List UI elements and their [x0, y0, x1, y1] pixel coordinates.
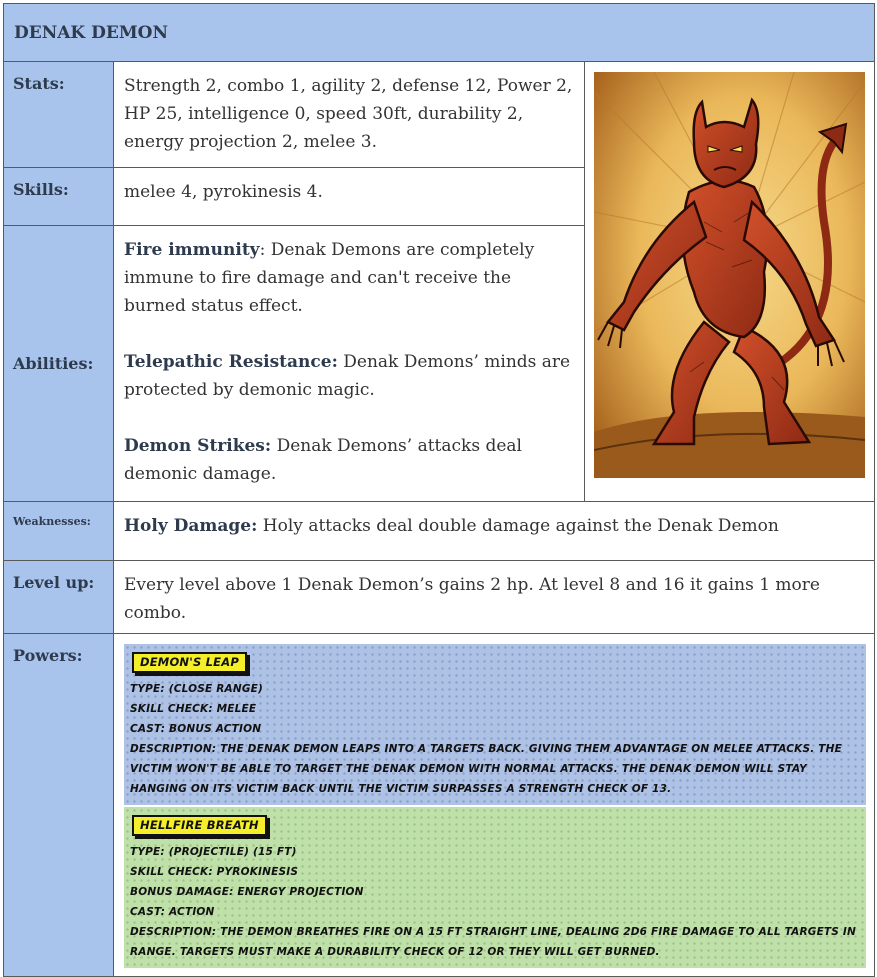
- ability-separator: :: [259, 240, 271, 260]
- power-line-key: Cast:: [130, 723, 166, 735]
- power-line: Type: (Close Range): [130, 679, 858, 699]
- stats-label: Stats:: [3, 61, 114, 168]
- abilities-label: Abilities:: [3, 225, 114, 502]
- power-name-tag: Hellfire Breath: [132, 815, 267, 836]
- power-line: Description: The Denak Demon leaps into …: [130, 739, 858, 799]
- weakness-description: Holy attacks deal double damage against …: [257, 516, 779, 536]
- ability-name: Fire immunity: [124, 240, 260, 260]
- ability-name: Telepathic Resistance:: [124, 352, 338, 372]
- level-up-text: Every level above 1 Denak Demon’s gains …: [113, 560, 875, 634]
- power-line-key: Type:: [130, 846, 165, 858]
- power-line-value: Melee: [212, 703, 257, 715]
- skills-label: Skills:: [3, 167, 114, 226]
- creature-sheet: DENAK DEMON Stats: Strength 2, combo 1, …: [3, 3, 875, 977]
- power-line: Skill Check: Pyrokinesis: [130, 862, 858, 882]
- weaknesses-text: Holy Damage: Holy attacks deal double da…: [113, 501, 875, 561]
- power-line: Cast: Action: [130, 902, 858, 922]
- skills-text: melee 4, pyrokinesis 4.: [113, 167, 585, 226]
- level-up-label: Level up:: [3, 560, 114, 634]
- power-line-key: Skill Check:: [130, 703, 213, 715]
- power-line-value: The Demon breathes fire on a 15 ft strai…: [130, 926, 857, 958]
- power-line-value: The Denak Demon leaps into a targets bac…: [130, 743, 842, 795]
- power-line-value: (Projectile) (15 ft): [164, 846, 297, 858]
- power-line-key: Skill Check:: [130, 866, 213, 878]
- power-line-value: Energy Projection: [233, 886, 364, 898]
- stats-text: Strength 2, combo 1, agility 2, defense …: [113, 61, 585, 168]
- power-line: Skill Check: Melee: [130, 699, 858, 719]
- power-name-tag: Demon's Leap: [132, 652, 247, 673]
- ability-demon-strikes: Demon Strikes: Denak Demons’ attacks dea…: [124, 432, 574, 488]
- power-line-value: (Close Range): [164, 683, 264, 695]
- power-line-key: Bonus Damage:: [130, 886, 234, 898]
- weaknesses-label: Weaknesses:: [3, 501, 114, 561]
- demon-illustration: [594, 72, 865, 478]
- ability-fire-immunity: Fire immunity: Denak Demons are complete…: [124, 236, 574, 320]
- powers-cell: Demon's Leap Type: (Close Range) Skill C…: [113, 633, 875, 977]
- power-line: Type: (Projectile) (15 ft): [130, 842, 858, 862]
- ability-name: Demon Strikes:: [124, 436, 272, 456]
- power-line: Cast: Bonus Action: [130, 719, 858, 739]
- powers-label: Powers:: [3, 633, 114, 977]
- power-line: Description: The Demon breathes fire on …: [130, 922, 858, 962]
- sheet-title: DENAK DEMON: [3, 3, 875, 62]
- power-card-demons-leap: Demon's Leap Type: (Close Range) Skill C…: [124, 644, 866, 805]
- power-line-value: Action: [165, 906, 215, 918]
- power-line-key: Cast:: [130, 906, 166, 918]
- power-line-key: Description:: [130, 743, 217, 755]
- power-card-hellfire-breath: Hellfire Breath Type: (Projectile) (15 f…: [124, 807, 866, 968]
- power-line-value: Pyrokinesis: [212, 866, 299, 878]
- power-line: Bonus Damage: Energy Projection: [130, 882, 858, 902]
- ability-telepathic-resistance: Telepathic Resistance: Denak Demons’ min…: [124, 348, 574, 404]
- illustration-cell: [584, 61, 875, 502]
- abilities-list: Fire immunity: Denak Demons are complete…: [113, 225, 585, 502]
- weakness-name: Holy Damage:: [124, 516, 258, 536]
- power-line-key: Type:: [130, 683, 165, 695]
- power-line-value: Bonus Action: [165, 723, 262, 735]
- power-line-key: Description:: [130, 926, 217, 938]
